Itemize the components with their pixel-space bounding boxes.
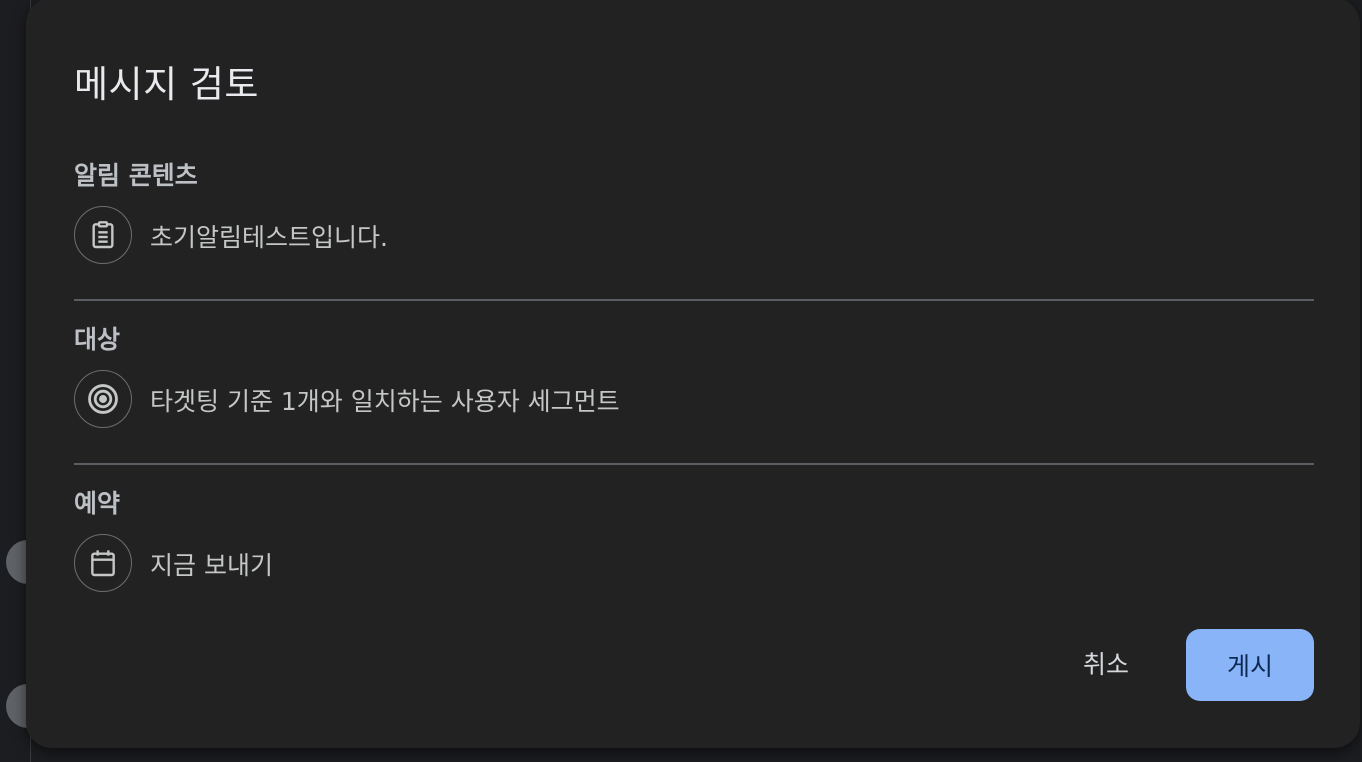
target-text: 타겟팅 기준 1개와 일치하는 사용자 세그먼트 <box>150 387 620 416</box>
section-row: 지금 보내기 <box>74 534 1314 594</box>
schedule-text: 지금 보내기 <box>150 551 273 580</box>
section-label: 알림 콘텐츠 <box>74 161 198 190</box>
section-row: 초기알림테스트입니다. <box>74 206 1314 266</box>
cancel-button[interactable]: 취소 <box>1066 630 1146 696</box>
divider <box>74 463 1314 465</box>
section-label: 예약 <box>74 489 121 518</box>
section-row: 타겟팅 기준 1개와 일치하는 사용자 세그먼트 <box>74 370 1314 430</box>
section-label: 대상 <box>74 325 121 354</box>
target-icon <box>74 370 132 428</box>
notification-text: 초기알림테스트입니다. <box>150 223 388 252</box>
dialog-title: 메시지 검토 <box>74 63 259 106</box>
post-button[interactable]: 게시 <box>1186 629 1314 701</box>
review-message-dialog: 메시지 검토 알림 콘텐츠 초기알림테스트입니다. 대상 타겟팅 기준 1개와 … <box>26 0 1360 748</box>
clipboard-icon <box>74 206 132 264</box>
calendar-icon <box>74 534 132 592</box>
divider <box>74 299 1314 301</box>
